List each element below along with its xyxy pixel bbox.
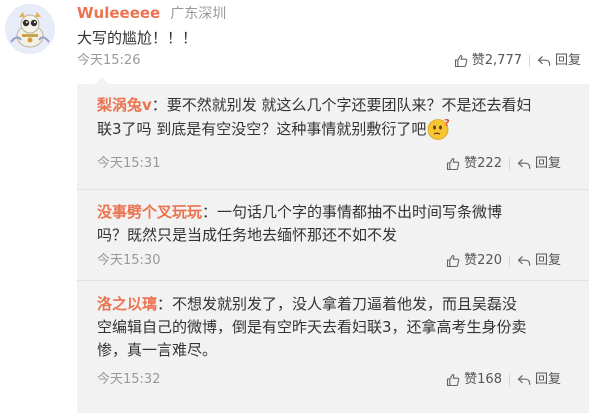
reply-arrow-icon [517, 159, 531, 169]
thumbs-up-icon [447, 374, 460, 387]
comment-header: Wuleeeee 广东深圳 [77, 2, 226, 24]
reply-text: 洛之以璃：不想发就别发了，没人拿着刀逼着他发，而且吴磊没 空编辑自己的微博，倒是… [97, 293, 557, 362]
reply-reply-button[interactable]: 回复 [517, 251, 561, 271]
comment-reply-button[interactable]: 回复 [537, 51, 581, 71]
reply-username[interactable]: 洛之以璃 [97, 295, 157, 313]
reply-like-count: 赞220 [464, 253, 502, 268]
reply-text: 梨涡兔v：要不然就别发 就这么几个字还要团队来？不是还去看妇 联3了吗 到底是有… [97, 94, 557, 141]
reply-text-line: 空编辑自己的微博，倒是有空昨天去看妇联3，还拿高考生身份卖 [97, 318, 527, 336]
comment-text: 大写的尴尬！！！ [77, 29, 198, 47]
reply-timestamp: 今天15:31 [97, 156, 161, 171]
comment-reply-label: 回复 [554, 53, 581, 68]
thumbs-up-icon [447, 255, 460, 268]
action-divider [508, 158, 510, 170]
action-divider [508, 374, 510, 386]
avatar[interactable] [5, 4, 55, 54]
reply-actions: 赞168 回复 [446, 370, 561, 390]
reply-timestamp: 今天15:32 [97, 372, 161, 387]
reply-text-line: 吗？既然只是当成任务地去缅怀那还不如不发 [97, 226, 398, 244]
reply-text-line: ：不想发就别发了，没人拿着刀逼着他发，而且吴磊没 [157, 295, 518, 313]
comment-actions: 赞2,777 回复 [454, 51, 581, 71]
reply-like-button[interactable]: 赞222 [446, 154, 502, 174]
reply-text-line: 联3了吗 到底是有空没空？这种事情就别敷衍了吧 [97, 120, 427, 138]
comment-like-button[interactable]: 赞2,777 [454, 51, 522, 71]
weibo-comment-thread: Wuleeeee 广东深圳 大写的尴尬！！！ 今天15:26 赞2,777 回复 … [0, 0, 589, 413]
action-divider [528, 55, 530, 67]
comment-location: 广东深圳 [170, 6, 227, 22]
reply-text-line: ：要不然就别发 就这么几个字还要团队来？不是还去看妇 [151, 96, 532, 114]
thumbs-up-icon [447, 158, 460, 171]
reply-username[interactable]: 没事劈个叉玩玩 [97, 203, 202, 221]
reply-actions: 赞222 回复 [446, 154, 561, 174]
thumbs-up-icon [454, 55, 468, 68]
reply-divider [77, 189, 589, 190]
reply-like-button[interactable]: 赞220 [446, 251, 502, 271]
reply-username[interactable]: 梨涡兔v [97, 96, 152, 114]
reply-like-button[interactable]: 赞168 [446, 370, 502, 390]
comment-username[interactable]: Wuleeeee [77, 4, 160, 22]
svg-text:?: ? [444, 118, 450, 129]
reply-arrow-icon [517, 375, 531, 385]
avatar-image [5, 4, 55, 54]
thinking-face-emoji-icon: ? [427, 118, 450, 140]
reply-divider [77, 280, 589, 281]
comment-timestamp: 今天15:26 [77, 53, 141, 68]
reply-actions: 赞220 回复 [446, 251, 561, 271]
reply-arrow-icon [517, 256, 531, 266]
reply-reply-button[interactable]: 回复 [517, 370, 561, 390]
reply-reply-label: 回复 [534, 253, 561, 268]
reply-reply-label: 回复 [534, 372, 561, 387]
reply-reply-button[interactable]: 回复 [517, 154, 561, 174]
replies-container: 梨涡兔v：要不然就别发 就这么几个字还要团队来？不是还去看妇 联3了吗 到底是有… [77, 77, 589, 413]
comment-like-count: 赞2,777 [471, 53, 522, 68]
action-divider [508, 255, 510, 267]
reply-text-line: ：一句话几个字的事情都抽不出时间写条微博 [202, 203, 503, 221]
reply-like-count: 赞222 [464, 156, 502, 171]
reply-text: 没事劈个叉玩玩：一句话几个字的事情都抽不出时间写条微博 吗？既然只是当成任务地去… [97, 201, 557, 247]
reply-text-line: 惨，真一言难尽。 [97, 341, 218, 359]
reply-arrow-icon [537, 56, 551, 66]
reply-like-count: 赞168 [464, 372, 502, 387]
reply-reply-label: 回复 [534, 156, 561, 171]
reply-timestamp: 今天15:30 [97, 253, 161, 268]
